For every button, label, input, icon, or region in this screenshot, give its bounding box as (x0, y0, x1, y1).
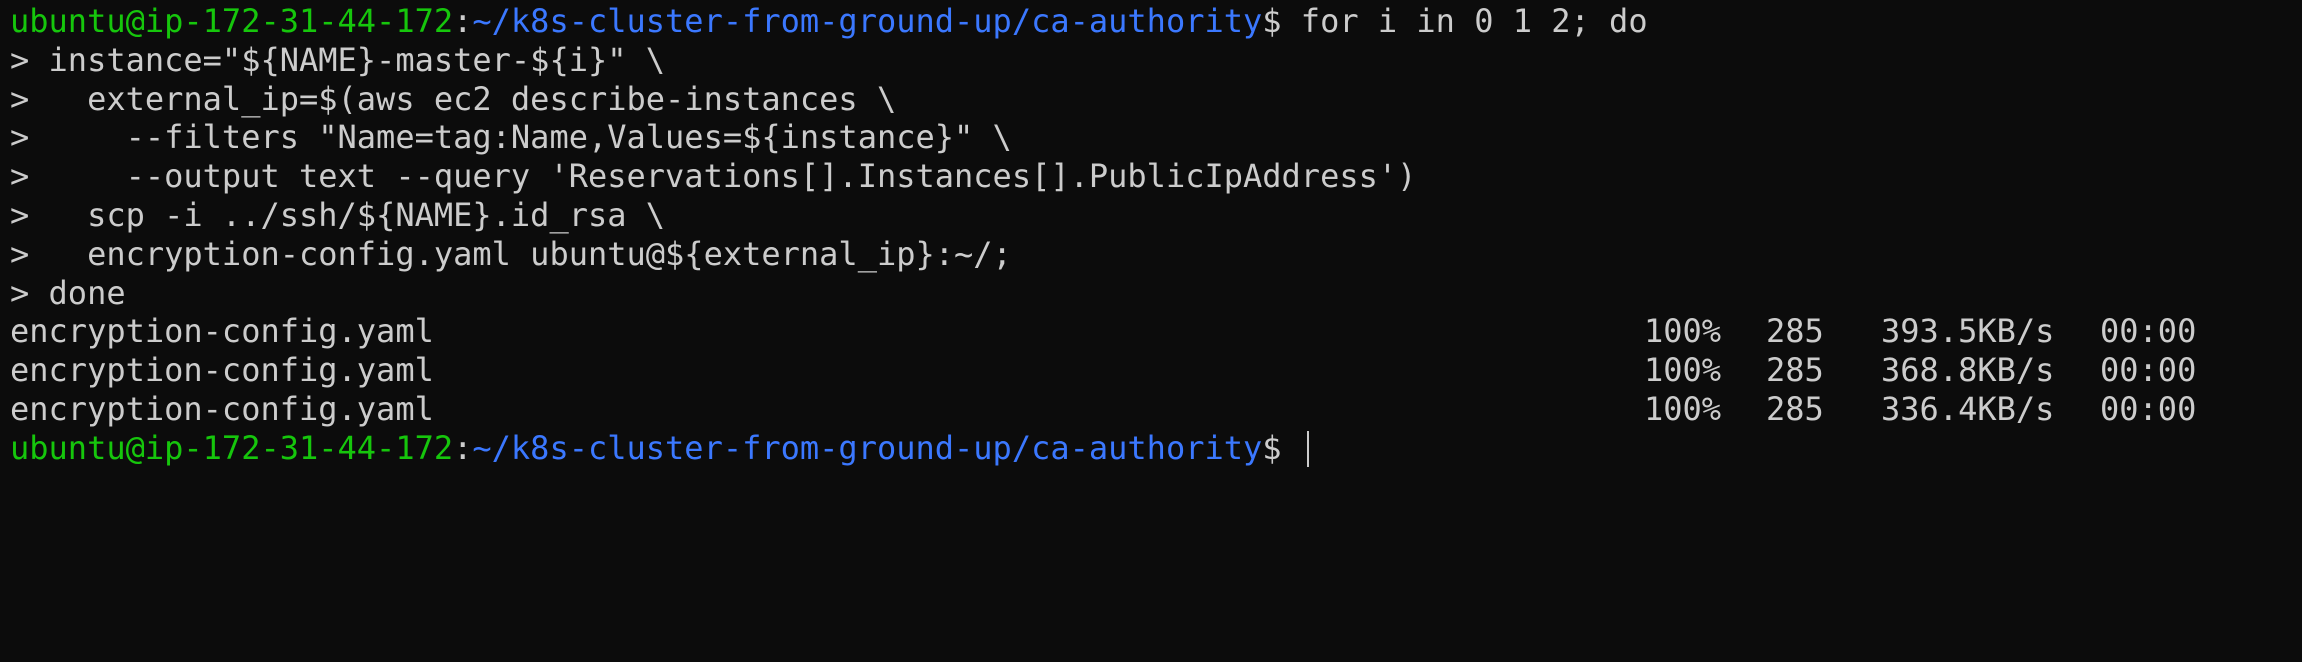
continuation-line: > instance="${NAME}-master-${i}" \ (10, 40, 666, 79)
prompt-path: ~/k8s-cluster-from-ground-up/ca-authorit… (472, 428, 1263, 467)
command-text: for i in 0 1 2; do (1300, 2, 1648, 40)
transfer-row: encryption-config.yaml 100% 285 393.5KB/… (10, 312, 2302, 351)
continuation-line: > --output text --query 'Reservations[].… (10, 157, 1417, 196)
transfer-filename: encryption-config.yaml (10, 389, 434, 428)
transfer-row: encryption-config.yaml 100% 285 336.4KB/… (10, 390, 2302, 429)
transfer-percent: 100% (1644, 389, 1722, 428)
prompt-separator: : (453, 428, 473, 467)
transfer-filename: encryption-config.yaml (10, 351, 434, 390)
prompt-symbol: $ (1262, 428, 1301, 467)
transfer-size: 285 (1766, 389, 1824, 428)
prompt-line-1: ubuntu@ip-172-31-44-172:~/k8s-cluster-fr… (10, 2, 2302, 41)
transfer-percent: 100% (1644, 312, 1722, 351)
prompt-separator: : (453, 2, 473, 40)
transfer-size: 285 (1766, 312, 1824, 351)
transfer-rate: 393.5KB/s (1881, 312, 2055, 351)
terminal-window[interactable]: ubuntu@ip-172-31-44-172:~/k8s-cluster-fr… (0, 0, 2302, 516)
continuation-line: > external_ip=$(aws ec2 describe-instanc… (10, 79, 897, 118)
continuation-line: > encryption-config.yaml ubuntu@${extern… (10, 234, 1012, 273)
prompt-path: ~/k8s-cluster-from-ground-up/ca-authorit… (472, 2, 1263, 40)
transfer-rate: 336.4KB/s (1881, 389, 2055, 428)
transfer-time: 00:00 (2100, 312, 2197, 351)
continuation-line: > scp -i ../ssh/${NAME}.id_rsa \ (10, 195, 666, 234)
transfer-time: 00:00 (2100, 351, 2197, 390)
prompt-user-host: ubuntu@ip-172-31-44-172 (10, 2, 454, 40)
transfer-size: 285 (1766, 351, 1824, 390)
prompt-line-2[interactable]: ubuntu@ip-172-31-44-172:~/k8s-cluster-fr… (10, 429, 2302, 468)
continuation-line: > done (10, 273, 126, 312)
transfer-row: encryption-config.yaml 100% 285 368.8KB/… (10, 351, 2302, 390)
transfer-filename: encryption-config.yaml (10, 312, 434, 351)
prompt-symbol: $ (1262, 2, 1301, 40)
text-cursor[interactable] (1306, 430, 1309, 467)
transfer-time: 00:00 (2100, 389, 2197, 428)
continuation-line: > --filters "Name=tag:Name,Values=${inst… (10, 118, 1012, 157)
transfer-percent: 100% (1644, 351, 1722, 390)
prompt-user-host: ubuntu@ip-172-31-44-172 (10, 428, 454, 467)
transfer-rate: 368.8KB/s (1881, 351, 2055, 390)
